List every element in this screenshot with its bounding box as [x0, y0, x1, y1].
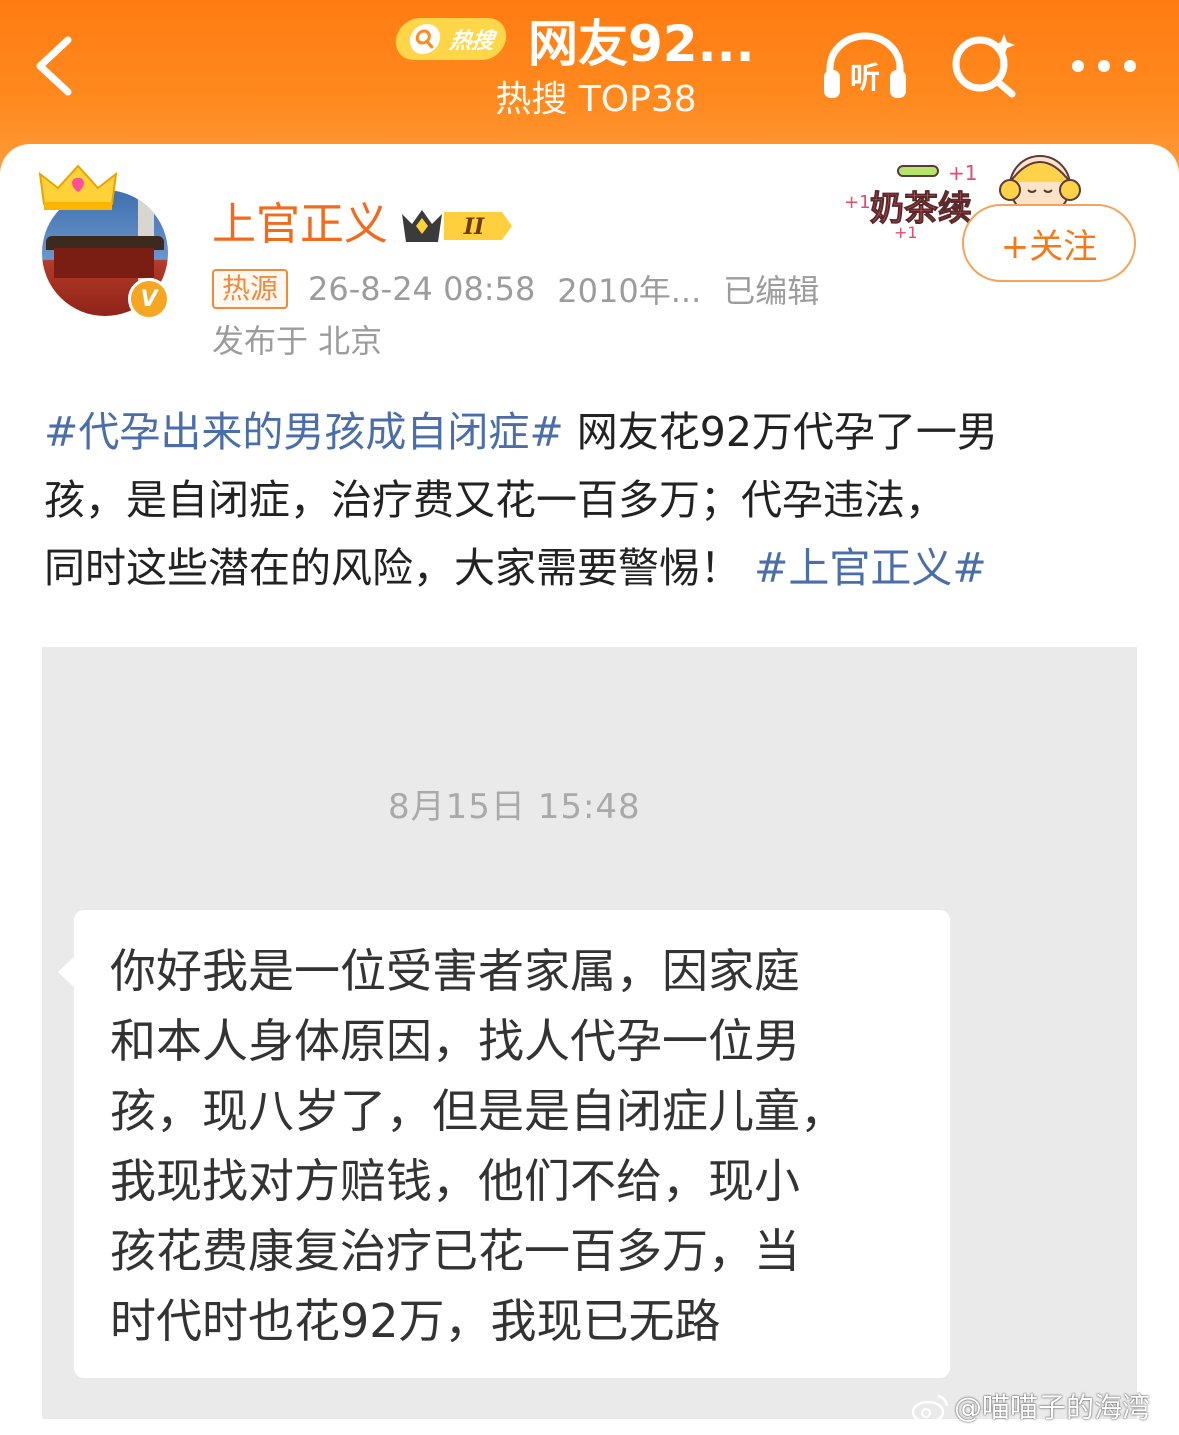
listen-label: 听 [850, 61, 880, 96]
hashtag-author[interactable]: #上官正义# [754, 544, 987, 592]
message-line: 和本人身体原因，找人代孕一位男 [110, 1014, 800, 1068]
post-line-3: 同时这些潜在的风险，大家需要警惕！ #上官正义# [44, 534, 1144, 602]
post-line-1-text: 网友花92万代孕了一男 [563, 408, 998, 456]
post-time: 26-8-24 08:58 [308, 270, 536, 308]
message-line: 孩花费康复治疗已花一百多万，当 [110, 1224, 800, 1278]
vip-level: II [463, 214, 485, 240]
post-extra: 2010年... [557, 272, 702, 310]
crown-icon [38, 164, 118, 210]
post-line-3-text: 同时这些潜在的风险，大家需要警惕！ [44, 544, 755, 592]
more-options-icon[interactable] [1070, 56, 1138, 76]
listen-headphones-icon[interactable]: 听 [822, 30, 908, 102]
message-line: 孩，现八岁了，但是是自闭症儿童， [110, 1084, 846, 1138]
message-line: 我现找对方赔钱，他们不给，现小 [110, 1154, 800, 1208]
sticker-plus-top: +1 [948, 161, 977, 185]
watermark: @喵喵子的海湾 [910, 1386, 1150, 1430]
follow-button[interactable]: +关注 [962, 204, 1136, 282]
sticker-text: 奶茶续 [870, 189, 972, 229]
message-line: 你好我是一位受害者家属，因家庭 [110, 944, 800, 998]
follow-label: +关注 [1000, 226, 1098, 267]
message-timestamp: 8月15日 15:48 [388, 787, 641, 827]
hot-search-pill[interactable]: 热搜 [393, 18, 509, 60]
hot-source-tag: 热源 [212, 269, 289, 309]
page-subtitle: 热搜 TOP38 [495, 79, 697, 120]
message-text: 你好我是一位受害者家属，因家庭 和本人身体原因，找人代孕一位男 孩，现八岁了，但… [110, 936, 930, 1356]
verified-mark: V [140, 286, 158, 312]
post-line-2: 孩，是自闭症，治疗费又花一百多万；代孕违法， [44, 476, 946, 524]
sticker-plus-left: +1 [844, 192, 871, 213]
post-location: 发布于 北京 [212, 322, 383, 360]
watermark-text: @喵喵子的海湾 [954, 1391, 1151, 1424]
vip-crown-badge-icon[interactable]: II [398, 204, 516, 248]
weibo-logo-icon [911, 1394, 949, 1424]
message-line: 时代时也花92万，我现已无路 [110, 1294, 721, 1348]
post-text: #代孕出来的男孩成自闭症# 网友花92万代孕了一男 孩，是自闭症，治疗费又花一百… [44, 398, 1144, 602]
meta-row: 热源 26-8-24 08:58 2010年... 已编辑 [212, 266, 841, 312]
page-title: 网友92... [528, 15, 755, 73]
bubble-tail [58, 956, 75, 988]
back-arrow-icon[interactable] [30, 34, 80, 98]
post-line-1: #代孕出来的男孩成自闭症# 网友花92万代孕了一男 [44, 398, 1144, 466]
hot-pill-label: 热搜 [447, 29, 496, 54]
pill-search-icon [407, 24, 443, 54]
hashtag-surrogacy[interactable]: #代孕出来的男孩成自闭症# [44, 408, 564, 456]
search-icon[interactable] [950, 30, 1018, 98]
verified-badge-icon: V [128, 278, 170, 320]
edited-label[interactable]: 已编辑 [723, 266, 819, 312]
username[interactable]: 上官正义 [212, 196, 388, 254]
